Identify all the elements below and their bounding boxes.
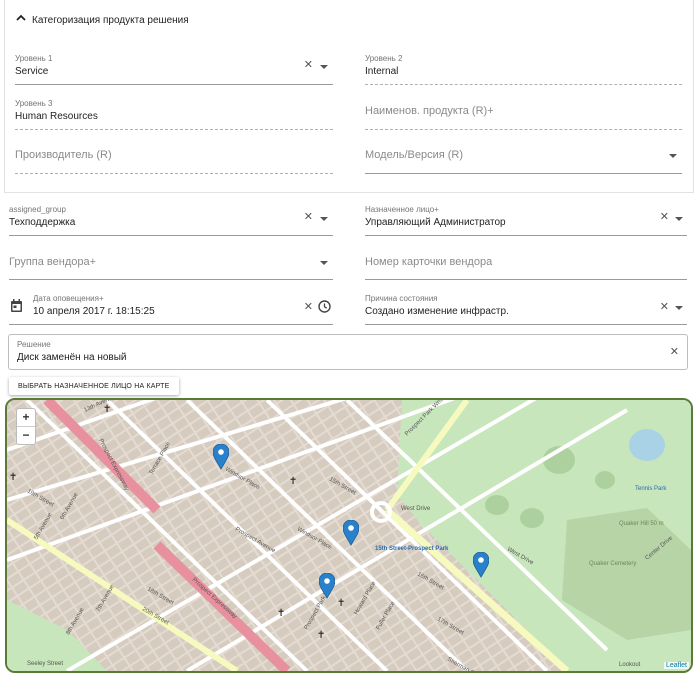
map-label: 15th Street-Prospect Park [375,546,449,552]
vendor-ticket-field[interactable]: Номер карточки вендора [365,249,687,285]
place-of-worship-icon: ✝ [9,472,17,483]
zoom-out-button[interactable]: − [17,427,35,444]
place-of-worship-icon: ✝ [317,630,325,641]
map-label: West Drive [401,506,431,512]
status-reason-underline [365,324,687,325]
level1-field[interactable]: Уровень 1 Service ✕ [15,54,333,90]
level1-underline [15,84,333,85]
level1-label: Уровень 1 [15,54,53,63]
level2-underline [365,84,682,85]
level3-field: Уровень 3 Human Resources [15,99,333,135]
product-name-underline [365,129,682,130]
vendor-ticket-placeholder[interactable]: Номер карточки вендора [365,256,492,268]
zoom-in-button[interactable]: + [17,409,35,427]
caret-down-icon[interactable] [320,217,328,221]
model-version-field[interactable]: Модель/Версия (R) [365,143,682,179]
place-of-worship-icon: ✝ [337,598,345,609]
caret-down-icon[interactable] [675,217,683,221]
place-of-worship-icon: ✝ [103,404,111,415]
assignee-label: Назначенное лицо+ [365,205,439,214]
field-4 [595,471,615,489]
pond [629,429,665,461]
status-reason-field[interactable]: Причина состояния Создано изменение инфр… [365,294,687,330]
notify-date-underline [9,324,333,325]
status-reason-label: Причина состояния [365,294,438,303]
product-name-placeholder: Наименов. продукта (R)+ [365,105,494,117]
map-marker-icon[interactable] [319,573,335,599]
resolution-label: Решение [17,340,51,349]
resolution-value[interactable]: Диск заменён на новый [17,352,127,363]
map-marker-icon[interactable] [213,444,229,470]
select-assignee-on-map-button[interactable]: ВЫБРАТЬ НАЗНАЧЕННОЕ ЛИЦО НА КАРТЕ [9,377,179,395]
assigned-group-label: assigned_group [9,205,66,214]
level3-underline [15,129,333,130]
manufacturer-underline [15,173,333,174]
caret-down-icon[interactable] [669,154,677,158]
place-of-worship-icon: ✝ [289,476,297,487]
assigned-group-value[interactable]: Техподдержка [9,217,75,228]
product-name-field: Наименов. продукта (R)+ [365,99,682,135]
model-version-underline [365,173,682,174]
level2-value: Internal [365,66,399,77]
calendar-icon[interactable] [10,299,23,313]
assigned-group-field[interactable]: assigned_group Техподдержка ✕ [9,205,333,241]
vendor-group-underline [9,279,333,280]
status-reason-value[interactable]: Создано изменение инфрастр. [365,306,509,317]
map-label: Quaker Cemetery [589,561,636,567]
manufacturer-placeholder: Производитель (R) [15,149,112,161]
close-icon[interactable]: ✕ [304,212,313,223]
vendor-group-field[interactable]: Группа вендора+ [9,249,333,285]
vendor-group-placeholder[interactable]: Группа вендора+ [9,256,96,268]
level3-label: Уровень 3 [15,99,53,108]
level1-value[interactable]: Service [15,66,48,77]
close-icon[interactable]: ✕ [660,212,669,223]
close-icon[interactable]: ✕ [670,347,679,358]
caret-down-icon[interactable] [320,65,328,69]
field-1 [485,495,509,515]
level2-field: Уровень 2 Internal [365,54,682,90]
clock-icon[interactable] [318,300,331,313]
model-version-placeholder[interactable]: Модель/Версия (R) [365,149,463,161]
map-label: Tennis Park [635,486,667,492]
assignee-underline [365,235,687,236]
map-marker-icon[interactable] [343,520,359,546]
panel-title: Категоризация продукта решения [32,14,189,26]
map-label: Lookout [619,662,641,668]
level2-label: Уровень 2 [365,54,403,63]
caret-down-icon[interactable] [675,306,683,310]
assignee-field[interactable]: Назначенное лицо+ Управляющий Администра… [365,205,687,241]
close-icon[interactable]: ✕ [304,60,313,71]
assignee-value[interactable]: Управляющий Администратор [365,217,506,228]
close-icon[interactable]: ✕ [304,302,313,313]
place-of-worship-icon: ✝ [277,608,285,619]
map-label: Quaker Hill 50 m [619,521,664,527]
notify-date-value[interactable]: 10 апреля 2017 г. 18:15:25 [33,306,155,317]
level3-value: Human Resources [15,111,98,122]
map-attribution[interactable]: Leaflet [663,662,689,669]
map-marker-icon[interactable] [473,552,489,578]
map-view[interactable]: Prospect Park West Prospect Expressway P… [5,398,693,673]
vendor-ticket-underline [365,279,687,280]
notify-date-field[interactable]: Дата оповещения+ 10 апреля 2017 г. 18:15… [9,294,333,330]
notify-date-label: Дата оповещения+ [33,294,104,303]
map-label: Seeley Street [27,661,63,667]
caret-down-icon[interactable] [320,261,328,265]
chevron-up-icon[interactable] [16,14,26,22]
assigned-group-underline [9,235,333,236]
zoom-control: + − [16,408,36,445]
close-icon[interactable]: ✕ [660,302,669,313]
panel-header[interactable]: Категоризация продукта решения [14,8,189,32]
resolution-field[interactable]: Решение Диск заменён на новый ✕ [8,334,688,370]
manufacturer-field: Производитель (R) [15,143,333,179]
field-2 [520,508,544,528]
